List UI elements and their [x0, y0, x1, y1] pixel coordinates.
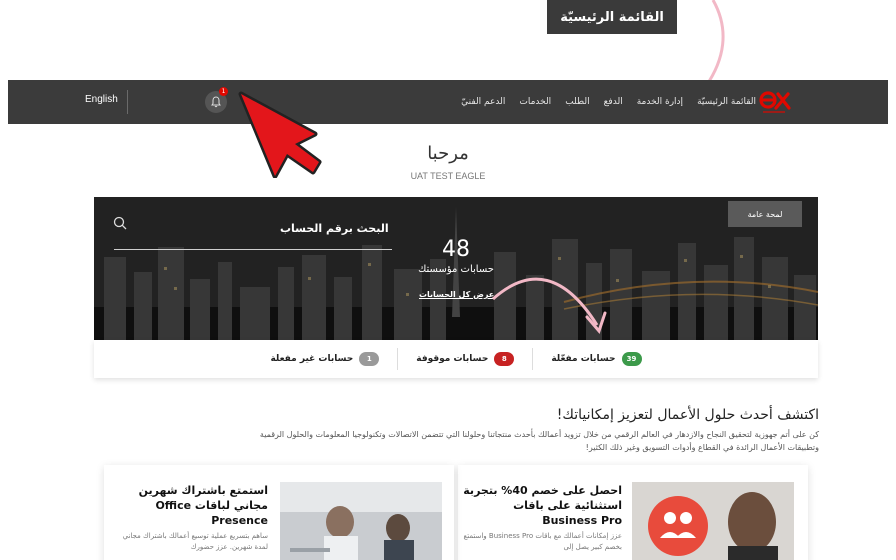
language-toggle[interactable]: English	[85, 94, 118, 105]
offer-title: احصل على خصم 40% بتجربة استثنائية على با…	[463, 484, 622, 527]
tooltip-home: القائمة الرئيسيّة	[547, 0, 677, 34]
nav-item-support[interactable]: الدعم الفنيّ	[461, 97, 505, 107]
stat-active-accounts[interactable]: 39 حسابات مفعّلة	[551, 352, 642, 366]
nav-item-order[interactable]: الطلب	[565, 97, 589, 107]
offer-image	[280, 482, 442, 560]
suspended-count-badge: 8	[494, 352, 515, 366]
notifications-button[interactable]: 1	[205, 87, 228, 113]
top-navbar: English 1 القائمة الرئيسيّة إدارة الخدمة…	[8, 80, 888, 124]
notification-badge: 1	[219, 87, 228, 96]
offer-card-business-pro[interactable]: احصل على خصم 40% بتجربة استثنائية على با…	[458, 465, 808, 560]
offer-title: استمتع باشتراك شهرين مجاني لباقات Office…	[138, 484, 268, 527]
bell-icon	[211, 96, 221, 108]
active-count-badge: 39	[621, 352, 642, 366]
nav-menu: القائمة الرئيسيّة إدارة الخدمة الدفع الط…	[461, 80, 756, 124]
nav-item-services[interactable]: الخدمات	[519, 97, 551, 107]
nav-item-service-management[interactable]: إدارة الخدمة	[637, 97, 683, 107]
offer-card-office-presence[interactable]: استمتع باشتراك شهرين مجاني لباقات Office…	[104, 465, 454, 560]
tooltip-text: القائمة الرئيسيّة	[560, 9, 664, 25]
brand-logo[interactable]	[758, 88, 792, 116]
search-icon[interactable]	[112, 215, 128, 231]
offer-image	[632, 482, 794, 560]
accounts-hero: لمحة عامة البحث برقم الحساب 48 حسابات مؤ…	[94, 197, 818, 340]
offer-text: عزز إمكانات أعمالك مع باقات Business Pro…	[463, 532, 623, 551]
overview-button[interactable]: لمحة عامة	[728, 201, 802, 227]
inactive-label: حسابات غير مفعلة	[270, 354, 354, 364]
welcome-title: مرحبا	[427, 143, 469, 164]
accounts-count: 48	[442, 237, 470, 262]
annotation-curve	[704, 0, 725, 87]
stat-suspended-accounts[interactable]: 8 حسابات موقوفة	[416, 352, 515, 366]
account-search-input[interactable]: البحث برقم الحساب	[280, 222, 389, 235]
view-all-accounts-link[interactable]: عرض كل الحسابات	[419, 290, 494, 299]
account-status-bar: 39 حسابات مفعّلة 8 حسابات موقوفة 1 حسابا…	[94, 340, 818, 378]
stat-inactive-accounts[interactable]: 1 حسابات غير مفعلة	[270, 352, 380, 366]
nav-item-home[interactable]: القائمة الرئيسيّة	[697, 97, 756, 107]
active-label: حسابات مفعّلة	[551, 354, 616, 364]
discover-text: كن على أتم جهوزية لتحقيق النجاح والازدها…	[259, 430, 819, 452]
suspended-label: حسابات موقوفة	[416, 354, 489, 364]
stat-divider	[397, 348, 399, 370]
inactive-count-badge: 1	[359, 352, 380, 366]
company-name: UAT TEST EAGLE	[410, 171, 486, 181]
nav-divider	[127, 90, 128, 114]
nav-item-payment[interactable]: الدفع	[604, 97, 623, 107]
stat-divider	[532, 348, 534, 370]
offer-text: ساهم بتسريع عملية توسيع أعمالك باشتراك م…	[122, 532, 268, 551]
discover-title: اكتشف أحدث حلول الأعمال لتعزيز إمكانياتك…	[556, 407, 819, 423]
accounts-count-label: حسابات مؤسستك	[418, 264, 494, 275]
